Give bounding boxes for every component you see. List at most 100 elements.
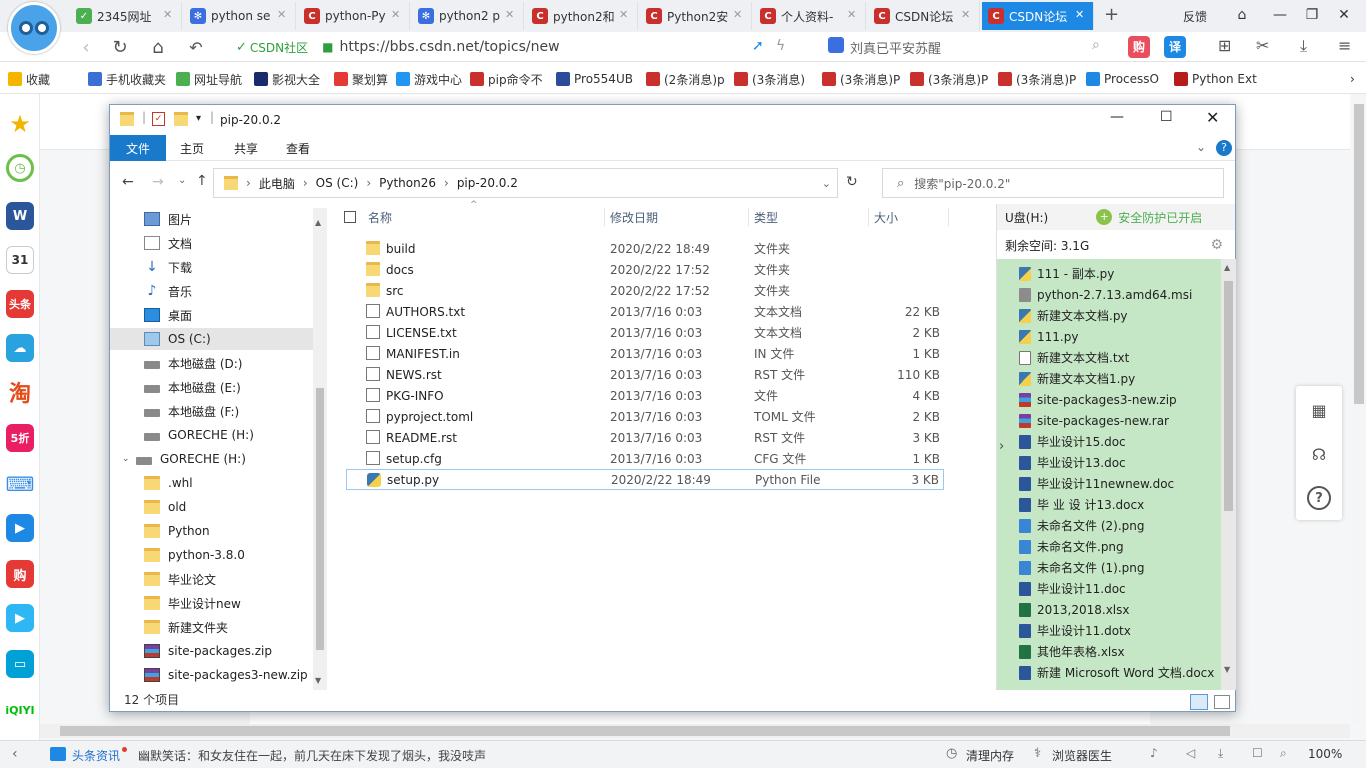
refresh-icon[interactable]: ↻ — [108, 36, 132, 58]
close-tab-icon[interactable]: ✕ — [505, 8, 519, 21]
file-row[interactable]: NEWS.rst 2013/7/16 0:03 RST 文件 110 KB — [346, 364, 944, 385]
tree-item[interactable]: 毕业设计new — [144, 592, 314, 614]
game-icon[interactable]: ⌨ — [6, 470, 35, 498]
page-horizontal-scrollbar[interactable] — [40, 724, 1350, 738]
file-row[interactable]: build 2020/2/22 18:49 文件夹 — [346, 238, 944, 259]
tree-item[interactable]: 新建文件夹 — [144, 616, 314, 638]
taobao-icon[interactable]: 淘 — [6, 378, 34, 407]
calendar-icon[interactable]: 31 — [6, 246, 34, 274]
file-row[interactable]: setup.py 2020/2/22 18:49 Python File 3 KB — [346, 469, 944, 490]
tree-item[interactable]: .whl — [144, 472, 314, 494]
close-tab-icon[interactable]: ✕ — [847, 8, 861, 21]
forward-arrow-icon[interactable]: → — [152, 174, 164, 190]
breadcrumb-this-pc[interactable]: 此电脑 — [259, 175, 295, 192]
search-suggestion[interactable]: 刘真已平安苏醒 — [850, 38, 941, 57]
toutiao-icon[interactable]: 头条 — [6, 290, 34, 318]
quick-access-dropdown-icon[interactable]: ▾ — [196, 113, 201, 124]
usb-file-item[interactable]: 新建文本文档.txt — [1019, 347, 1129, 368]
file-row[interactable]: src 2020/2/22 17:52 文件夹 — [346, 280, 944, 301]
close-tab-icon[interactable]: ✕ — [961, 8, 975, 21]
up-arrow-icon[interactable]: ↑ — [196, 173, 208, 189]
usb-file-item[interactable]: site-packages3-new.zip — [1019, 389, 1177, 410]
bookmark-item[interactable]: 收藏 — [8, 70, 50, 88]
usb-file-item[interactable]: 未命名文件 (2).png — [1019, 515, 1144, 536]
usb-file-item[interactable]: 其他年表格.xlsx — [1019, 641, 1125, 662]
bookmark-item[interactable]: (3条消息)P — [910, 70, 988, 88]
discount-icon[interactable]: 5折 — [6, 424, 34, 452]
clock-icon[interactable]: ◷ — [6, 154, 34, 182]
speaker-icon[interactable]: ♪ — [1150, 746, 1158, 760]
sound-icon[interactable]: ◁ — [1186, 746, 1195, 760]
flash-icon[interactable]: ϟ — [776, 38, 785, 54]
breadcrumb-python26[interactable]: Python26 — [379, 176, 436, 190]
browser-doctor-button[interactable]: 浏览器医生 — [1052, 747, 1112, 764]
page-vertical-scrollbar[interactable] — [1352, 94, 1366, 724]
bookmark-item[interactable]: 网址导航 — [176, 70, 242, 88]
file-row[interactable]: AUTHORS.txt 2013/7/16 0:03 文本文档 22 KB — [346, 301, 944, 322]
path-dropdown-icon[interactable]: ⌄ — [822, 177, 831, 190]
qrcode-icon[interactable]: ▦ — [1307, 398, 1331, 422]
word-icon[interactable]: W — [6, 202, 34, 230]
usb-file-item[interactable]: 新建文本文档.py — [1019, 305, 1128, 326]
usb-file-item[interactable]: 毕 业 设 计13.docx — [1019, 494, 1144, 515]
zoom-level[interactable]: 100% — [1308, 747, 1342, 761]
usb-file-item[interactable]: 毕业设计11.doc — [1019, 578, 1126, 599]
scissors-icon[interactable]: ✂ — [1256, 36, 1269, 55]
tree-item[interactable]: 文档 — [144, 232, 314, 254]
bookmark-item[interactable]: 影视大全 — [254, 70, 320, 88]
bookmark-item[interactable]: pip命令不 — [470, 70, 543, 88]
settings-gear-icon[interactable]: ⚙ — [1210, 237, 1223, 253]
usb-file-item[interactable]: 毕业设计13.doc — [1019, 452, 1126, 473]
help-icon[interactable]: ? — [1307, 486, 1331, 510]
close-tab-icon[interactable]: ✕ — [163, 8, 177, 21]
tree-item[interactable]: OS (C:) — [110, 328, 313, 350]
download-icon[interactable]: ⤓ — [1300, 36, 1307, 56]
shop-icon[interactable]: 购 — [1128, 36, 1150, 58]
home-icon[interactable]: ⌂ — [146, 36, 170, 58]
tree-item[interactable]: 本地磁盘 (F:) — [144, 400, 314, 422]
tree-scrollbar[interactable]: ▲ ▼ — [313, 208, 327, 690]
refresh-icon[interactable]: ↻ — [846, 174, 858, 190]
explorer-close-button[interactable]: ✕ — [1206, 108, 1219, 127]
usb-file-item[interactable]: 未命名文件 (1).png — [1019, 557, 1144, 578]
headset-icon[interactable]: ☊ — [1307, 442, 1331, 466]
translate-icon[interactable]: 译 — [1164, 36, 1186, 58]
bookmark-item[interactable]: 聚划算 — [334, 70, 388, 88]
usb-file-item[interactable]: 未命名文件.png — [1019, 536, 1124, 557]
tree-item[interactable]: 图片 — [144, 208, 314, 230]
tab-view[interactable]: 查看 — [278, 135, 318, 161]
tree-item[interactable]: 桌面 — [144, 304, 314, 326]
close-tab-icon[interactable]: ✕ — [1075, 8, 1089, 21]
usb-file-item[interactable]: 111.py — [1019, 326, 1078, 347]
tree-item[interactable]: 本地磁盘 (E:) — [144, 376, 314, 398]
menu-icon[interactable]: ≡ — [1338, 36, 1351, 55]
expand-ribbon-icon[interactable]: ⌄ — [1196, 140, 1206, 154]
bilibili-icon[interactable]: ▭ — [6, 650, 34, 678]
url-field[interactable]: ✓ CSDN社区 ■ https://bbs.csdn.net/topics/n… — [236, 35, 1116, 59]
new-folder-icon[interactable] — [174, 112, 188, 126]
undo-icon[interactable]: ↶ — [184, 36, 208, 58]
large-icons-view-icon[interactable] — [1214, 695, 1230, 709]
bookmark-item[interactable]: Python Ext — [1174, 70, 1257, 88]
tab-2[interactable]: Cpython-Py ✕ — [298, 2, 410, 30]
usb-file-item[interactable]: 新建 Microsoft Word 文档.docx — [1019, 662, 1214, 683]
help-icon[interactable]: ? — [1216, 140, 1232, 156]
close-tab-icon[interactable]: ✕ — [619, 8, 633, 21]
usb-file-item[interactable]: site-packages-new.rar — [1019, 410, 1169, 431]
tab-1[interactable]: ✻ python se ✕ — [184, 2, 296, 30]
close-tab-icon[interactable]: ✕ — [277, 8, 291, 21]
bookmark-item[interactable]: (3条消息) — [734, 70, 805, 88]
tab-file[interactable]: 文件 — [110, 135, 166, 161]
feedback-link[interactable]: 反馈 — [1183, 8, 1207, 25]
browser-logo-icon[interactable] — [8, 2, 60, 54]
tab-5[interactable]: C Python2安 ✕ — [640, 2, 752, 30]
rocket-icon[interactable]: ➚ — [752, 38, 764, 54]
back-arrow-icon[interactable]: ← — [122, 174, 134, 190]
play-icon[interactable]: ▶ — [6, 604, 34, 632]
apps-icon[interactable]: ⊞ — [1218, 36, 1231, 55]
breadcrumb-drive[interactable]: OS (C:) — [316, 176, 359, 190]
column-size[interactable]: 大小 — [874, 204, 898, 230]
recent-dropdown-icon[interactable]: ⌄ — [178, 175, 186, 186]
shopping-icon[interactable]: 购 — [6, 560, 34, 588]
usb-file-item[interactable]: 毕业设计15.doc — [1019, 431, 1126, 452]
